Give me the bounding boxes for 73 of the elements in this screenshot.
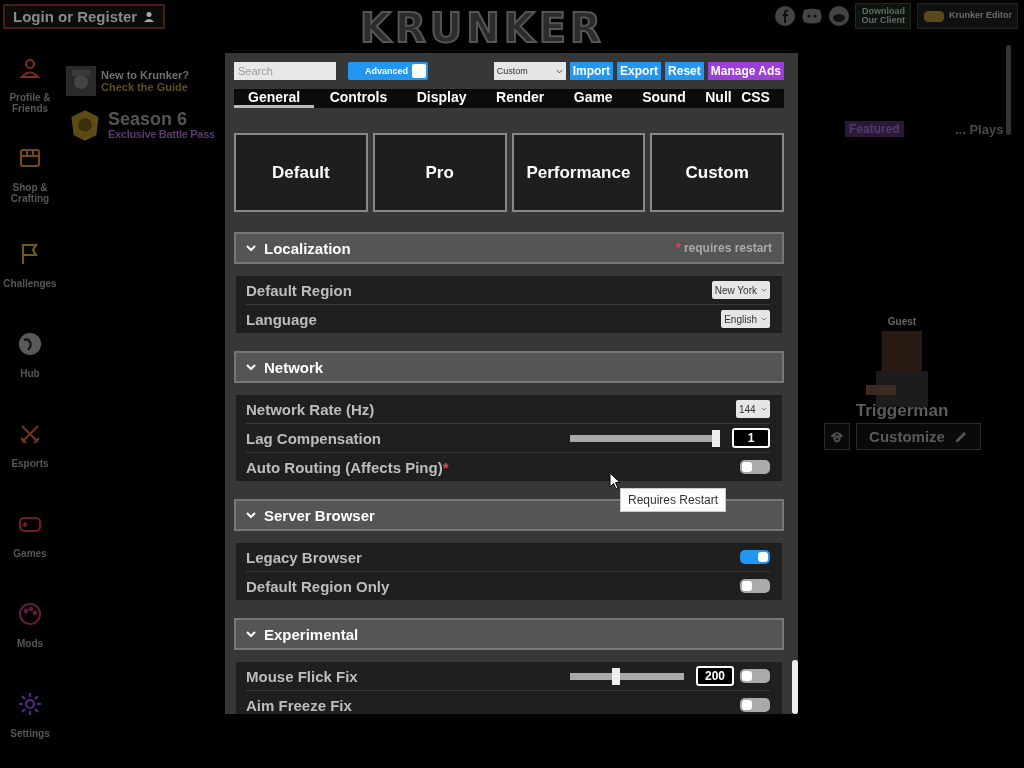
settings-tab[interactable]: Render bbox=[482, 89, 559, 108]
settings-tab[interactable]: Display bbox=[402, 89, 481, 108]
toggle-switch[interactable] bbox=[740, 579, 770, 593]
logo: KRUNKER bbox=[360, 8, 605, 48]
toggle-switch[interactable] bbox=[740, 669, 770, 683]
toggle-switch[interactable] bbox=[740, 698, 770, 712]
sidebar-label: Hub bbox=[19, 367, 41, 379]
section-header[interactable]: Localization * requires restart bbox=[234, 232, 784, 264]
preset-button[interactable]: Pro bbox=[372, 133, 507, 212]
sidebar-label: Settings bbox=[9, 727, 51, 739]
sidebar-label: Profile & Friends bbox=[8, 92, 52, 114]
toolbar-button[interactable]: Manage Ads bbox=[707, 62, 784, 80]
search-field[interactable]: Search bbox=[234, 62, 336, 80]
sidebar-label: Esports bbox=[10, 457, 50, 469]
toggle-switch[interactable] bbox=[740, 460, 770, 474]
section-title: Server Browser bbox=[264, 506, 375, 524]
scrollbar-thumb[interactable] bbox=[1006, 45, 1011, 135]
value-field[interactable]: 1 bbox=[732, 428, 770, 448]
user-icon bbox=[143, 10, 156, 23]
hat-icon bbox=[829, 429, 844, 444]
sidebar-label: Shop & Crafting bbox=[9, 182, 51, 204]
caret-icon bbox=[761, 407, 767, 411]
setting-label: Default Region Only bbox=[246, 577, 390, 595]
pencil-icon bbox=[954, 430, 967, 443]
setting-dropdown[interactable]: New York bbox=[711, 281, 770, 299]
setting-dropdown[interactable]: 144 bbox=[736, 400, 770, 418]
preset-button[interactable]: Default bbox=[234, 133, 368, 212]
login-button[interactable]: Login or Register bbox=[3, 4, 166, 29]
value-field[interactable]: 200 bbox=[696, 666, 734, 686]
caret-icon bbox=[761, 317, 767, 321]
client-download-banner[interactable]: Download Our Client bbox=[855, 3, 911, 29]
cursor-icon bbox=[609, 472, 621, 490]
preset-button[interactable]: Custom bbox=[650, 133, 784, 212]
scrollbar-thumb[interactable] bbox=[792, 660, 798, 714]
badge-icon bbox=[68, 108, 102, 142]
slider-thumb[interactable] bbox=[712, 429, 720, 447]
guest-label: Guest bbox=[887, 316, 917, 327]
section-header[interactable]: Experimental bbox=[234, 618, 784, 650]
sidebar-label: Games bbox=[12, 547, 48, 559]
sidebar-label: Challenges bbox=[2, 277, 58, 289]
setting-label: Lag Compensation bbox=[246, 429, 381, 447]
setting-label: Auto Routing (Affects Ping)* bbox=[246, 458, 449, 476]
setting-dropdown[interactable]: English bbox=[721, 310, 770, 328]
section-title: Experimental bbox=[264, 625, 359, 643]
settings-tab[interactable]: General bbox=[234, 89, 315, 108]
setting-label: Network Rate (Hz) bbox=[246, 400, 375, 418]
setting-label: Mouse Flick Fix bbox=[246, 667, 358, 685]
plays-label: ... Plays bbox=[955, 122, 1004, 137]
restart-note: * requires restart bbox=[675, 241, 772, 255]
setting-label: Language bbox=[246, 310, 317, 328]
sidebar-label: Mods bbox=[15, 637, 45, 649]
settings-tab[interactable]: CSS bbox=[737, 89, 774, 108]
setting-label: Legacy Browser bbox=[246, 548, 362, 566]
caret-icon bbox=[761, 288, 767, 292]
editor-banner[interactable]: Krunker Editor bbox=[917, 3, 1018, 29]
caret-icon bbox=[555, 68, 563, 74]
guide-link[interactable]: New to Krunker? Check the Guide bbox=[66, 66, 189, 96]
settings-tab[interactable]: Null bbox=[701, 89, 736, 108]
class-button[interactable] bbox=[823, 423, 850, 450]
setting-label: Default Region bbox=[246, 281, 352, 299]
tooltip: Requires Restart bbox=[620, 488, 727, 512]
toggle-switch[interactable] bbox=[740, 550, 770, 564]
settings-tab[interactable]: Sound bbox=[628, 89, 700, 108]
preset-dropdown[interactable]: Custom bbox=[493, 62, 566, 80]
slider-thumb[interactable] bbox=[612, 667, 621, 685]
player-name: Triggerman bbox=[855, 401, 949, 421]
section-title: Localization bbox=[264, 239, 351, 257]
setting-label: Aim Freeze Fix bbox=[246, 696, 352, 714]
section-header[interactable]: Network bbox=[234, 351, 784, 383]
settings-tab[interactable]: Game bbox=[559, 89, 627, 108]
section-title: Network bbox=[264, 358, 324, 376]
settings-tab[interactable]: Controls bbox=[315, 89, 402, 108]
preset-button[interactable]: Performance bbox=[511, 133, 646, 212]
